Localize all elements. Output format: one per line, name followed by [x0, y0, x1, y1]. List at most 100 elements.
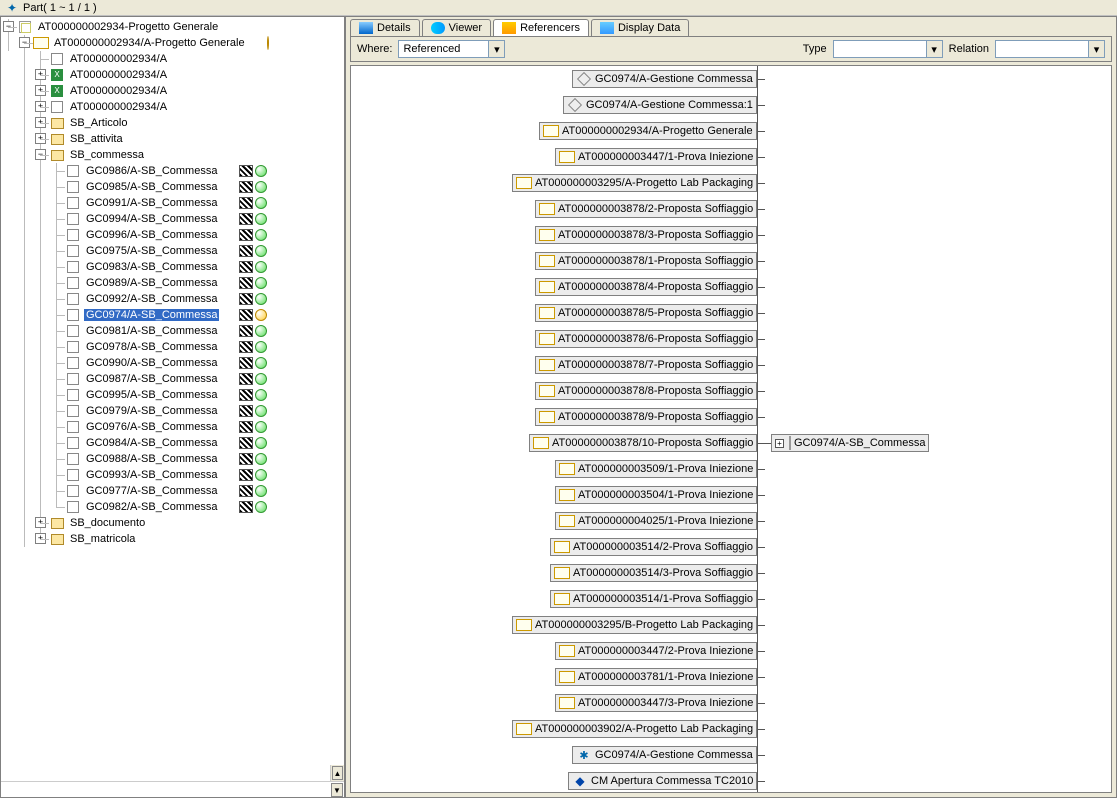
- tab-bar: Details Viewer Referencers Display Data: [346, 17, 1116, 36]
- tree-spin-up[interactable]: ▲: [332, 766, 343, 780]
- tree-spin-down[interactable]: ▼: [331, 783, 343, 797]
- tree-item[interactable]: GC0981/A-SB_Commessa: [1, 323, 344, 339]
- globe-icon: [255, 469, 267, 481]
- tab-viewer[interactable]: Viewer: [422, 19, 491, 36]
- tree-item[interactable]: GC0988/A-SB_Commessa: [1, 451, 344, 467]
- tree-item[interactable]: GC0993/A-SB_Commessa: [1, 467, 344, 483]
- chevron-down-icon[interactable]: ▾: [926, 41, 942, 57]
- connector-line: [757, 443, 771, 444]
- referencer-node[interactable]: AT000000003878/7-Proposta Soffiaggio: [535, 356, 757, 374]
- tree-item[interactable]: GC0996/A-SB_Commessa: [1, 227, 344, 243]
- tree-item[interactable]: −AT000000002934/A-Progetto Generale: [1, 35, 344, 51]
- tree-expander[interactable]: +: [35, 69, 46, 80]
- tree-expander[interactable]: +: [35, 117, 46, 128]
- tree-item[interactable]: GC0977/A-SB_Commessa: [1, 483, 344, 499]
- referencer-node[interactable]: AT000000003878/1-Proposta Soffiaggio: [535, 252, 757, 270]
- referencer-node[interactable]: AT000000002934/A-Progetto Generale: [539, 122, 757, 140]
- referencer-node[interactable]: AT000000003878/2-Proposta Soffiaggio: [535, 200, 757, 218]
- flag-icon: [239, 229, 253, 241]
- referencer-label: AT000000003878/2-Proposta Soffiaggio: [558, 203, 753, 215]
- referencer-node[interactable]: AT000000004025/1-Prova Iniezione: [555, 512, 757, 530]
- tree-label: GC0993/A-SB_Commessa: [84, 469, 219, 481]
- tree-label: GC0988/A-SB_Commessa: [84, 453, 219, 465]
- tree-item[interactable]: GC0995/A-SB_Commessa: [1, 387, 344, 403]
- referencer-node[interactable]: AT000000003878/3-Proposta Soffiaggio: [535, 226, 757, 244]
- tree[interactable]: −AT000000002934-Progetto Generale−AT0000…: [1, 17, 344, 765]
- tree-item[interactable]: GC0982/A-SB_Commessa: [1, 499, 344, 515]
- tree-item[interactable]: +XAT000000002934/A: [1, 83, 344, 99]
- referencer-node[interactable]: AT000000003447/1-Prova Iniezione: [555, 148, 757, 166]
- referencer-node[interactable]: GC0974/A-Gestione Commessa: [572, 70, 757, 88]
- tree-item[interactable]: GC0976/A-SB_Commessa: [1, 419, 344, 435]
- referencer-node[interactable]: AT000000003878/8-Proposta Soffiaggio: [535, 382, 757, 400]
- type-dropdown[interactable]: ▾: [833, 40, 943, 58]
- tree-item[interactable]: GC0991/A-SB_Commessa: [1, 195, 344, 211]
- referencer-node[interactable]: AT000000003878/5-Proposta Soffiaggio: [535, 304, 757, 322]
- center-node[interactable]: +GC0974/A-SB_Commessa: [771, 434, 929, 452]
- tree-expander[interactable]: +: [35, 101, 46, 112]
- tree-expander[interactable]: −: [35, 149, 46, 160]
- tree-item[interactable]: −AT000000002934-Progetto Generale: [1, 19, 344, 35]
- tree-item[interactable]: +SB_documento: [1, 515, 344, 531]
- tab-details[interactable]: Details: [350, 19, 420, 36]
- tree-item[interactable]: GC0975/A-SB_Commessa: [1, 243, 344, 259]
- referencer-node[interactable]: AT000000003878/6-Proposta Soffiaggio: [535, 330, 757, 348]
- tree-item[interactable]: +SB_Articolo: [1, 115, 344, 131]
- tree-item[interactable]: GC0979/A-SB_Commessa: [1, 403, 344, 419]
- referencer-node[interactable]: AT000000003514/3-Prova Soffiaggio: [550, 564, 757, 582]
- referencer-node[interactable]: ◆CM Apertura Commessa TC2010: [568, 772, 757, 790]
- tree-item[interactable]: GC0990/A-SB_Commessa: [1, 355, 344, 371]
- referencer-node[interactable]: ✱GC0974/A-Gestione Commessa: [572, 746, 757, 764]
- tree-item[interactable]: GC0984/A-SB_Commessa: [1, 435, 344, 451]
- relation-dropdown[interactable]: ▾: [995, 40, 1105, 58]
- status-icons: [239, 245, 267, 257]
- tree-expander[interactable]: +: [35, 517, 46, 528]
- tree-item[interactable]: GC0983/A-SB_Commessa: [1, 259, 344, 275]
- referencer-label: AT000000003514/2-Prova Soffiaggio: [573, 541, 753, 553]
- referencer-node[interactable]: AT000000003878/9-Proposta Soffiaggio: [535, 408, 757, 426]
- tree-item[interactable]: +SB_matricola: [1, 531, 344, 547]
- tree-item[interactable]: +AT000000002934/A: [1, 99, 344, 115]
- tree-expander[interactable]: +: [35, 133, 46, 144]
- referencer-node[interactable]: AT000000003447/3-Prova Iniezione: [555, 694, 757, 712]
- window-title-bar: ✦ Part( 1 ~ 1 / 1 ): [0, 0, 1117, 16]
- referencer-node[interactable]: AT000000003509/1-Prova Iniezione: [555, 460, 757, 478]
- referencer-node[interactable]: AT000000003447/2-Prova Iniezione: [555, 642, 757, 660]
- tree-item[interactable]: GC0994/A-SB_Commessa: [1, 211, 344, 227]
- tab-referencers[interactable]: Referencers: [493, 19, 589, 36]
- tree-item[interactable]: GC0985/A-SB_Commessa: [1, 179, 344, 195]
- referencer-node[interactable]: AT000000003878/10-Proposta Soffiaggio: [529, 434, 757, 452]
- referencer-node[interactable]: GC0974/A-Gestione Commessa:1: [563, 96, 757, 114]
- tree-item[interactable]: +SB_attivita: [1, 131, 344, 147]
- referencer-node[interactable]: AT000000003902/A-Progetto Lab Packaging: [512, 720, 757, 738]
- referencer-node[interactable]: AT000000003878/4-Proposta Soffiaggio: [535, 278, 757, 296]
- referencer-label: GC0974/A-Gestione Commessa: [595, 73, 753, 85]
- tree-expander[interactable]: −: [19, 37, 30, 48]
- document-icon: [559, 696, 575, 710]
- tree-item[interactable]: GC0989/A-SB_Commessa: [1, 275, 344, 291]
- expand-icon[interactable]: +: [775, 439, 784, 448]
- tree-item[interactable]: GC0974/A-SB_Commessa: [1, 307, 344, 323]
- tree-item[interactable]: −SB_commessa: [1, 147, 344, 163]
- tree-item[interactable]: GC0986/A-SB_Commessa: [1, 163, 344, 179]
- window-title: Part( 1 ~ 1 / 1 ): [23, 2, 97, 14]
- tree-expander[interactable]: −: [3, 21, 14, 32]
- referencer-node[interactable]: AT000000003295/B-Progetto Lab Packaging: [512, 616, 757, 634]
- tree-item[interactable]: GC0992/A-SB_Commessa: [1, 291, 344, 307]
- chevron-down-icon[interactable]: ▾: [488, 41, 504, 57]
- chevron-down-icon[interactable]: ▾: [1088, 41, 1104, 57]
- referencer-node[interactable]: AT000000003504/1-Prova Iniezione: [555, 486, 757, 504]
- referencer-node[interactable]: AT000000003781/1-Prova Iniezione: [555, 668, 757, 686]
- referencer-node[interactable]: AT000000003514/1-Prova Soffiaggio: [550, 590, 757, 608]
- tab-display-data[interactable]: Display Data: [591, 19, 689, 36]
- tree-item[interactable]: +XAT000000002934/A: [1, 67, 344, 83]
- referencer-node[interactable]: AT000000003514/2-Prova Soffiaggio: [550, 538, 757, 556]
- tree-item[interactable]: GC0978/A-SB_Commessa: [1, 339, 344, 355]
- referencers-graph[interactable]: GC0974/A-Gestione Commessa GC0974/A-Gesti…: [350, 65, 1112, 793]
- tree-expander[interactable]: +: [35, 533, 46, 544]
- referencer-node[interactable]: AT000000003295/A-Progetto Lab Packaging: [512, 174, 757, 192]
- where-dropdown[interactable]: Referenced ▾: [398, 40, 505, 58]
- tree-item[interactable]: AT000000002934/A: [1, 51, 344, 67]
- tree-expander[interactable]: +: [35, 85, 46, 96]
- tree-item[interactable]: GC0987/A-SB_Commessa: [1, 371, 344, 387]
